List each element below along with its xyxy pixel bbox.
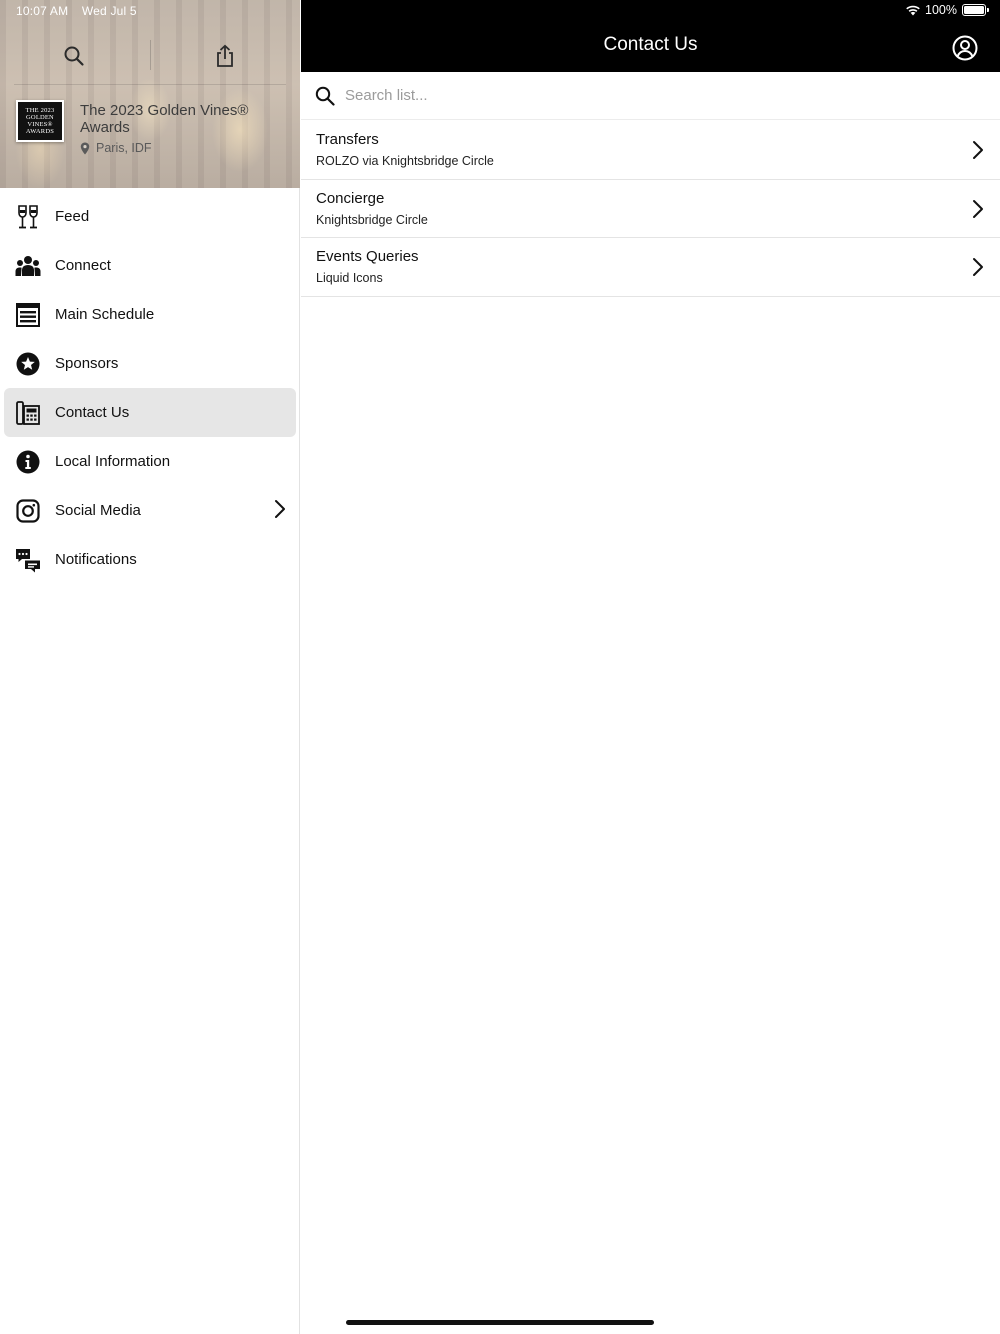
search-bar (301, 72, 1000, 120)
share-icon (217, 44, 233, 67)
list-item-subtitle: ROLZO via Knightsbridge Circle (316, 154, 494, 168)
profile-button[interactable] (952, 35, 978, 61)
list-item-title: Concierge (316, 189, 385, 207)
list-item-subtitle: Knightsbridge Circle (316, 212, 428, 227)
status-time: 10:07 AM (16, 4, 69, 18)
people-group-icon (14, 252, 41, 279)
page-title: Contact Us (603, 34, 698, 55)
search-button[interactable] (56, 38, 92, 74)
event-location-text: Paris, IDF (96, 141, 152, 155)
wine-glasses-icon (14, 203, 41, 230)
instagram-icon (14, 497, 41, 524)
sidebar-nav: Feed Connect Main Schedule Sponsors Cont… (0, 192, 300, 584)
sidebar-item-social-media[interactable]: Social Media (0, 486, 300, 535)
status-bar-right: 100% (905, 3, 989, 17)
chevron-right-icon (973, 258, 983, 276)
office-phone-icon (14, 399, 41, 426)
home-indicator[interactable] (346, 1320, 654, 1325)
sidebar-item-label: Main Schedule (55, 306, 155, 323)
sidebar-item-label: Social Media (55, 502, 141, 519)
sidebar-item-feed[interactable]: Feed (0, 192, 300, 241)
info-circle-icon (14, 448, 41, 475)
sidebar-item-label: Contact Us (55, 404, 130, 421)
event-header: 10:07 AM Wed Jul 5 THE 2023 GOLDEN VINES… (0, 0, 300, 188)
sidebar-item-connect[interactable]: Connect (0, 241, 300, 290)
share-button[interactable] (207, 38, 243, 74)
header-toolbar (0, 28, 300, 84)
status-bar-left: 10:07 AM Wed Jul 5 (16, 4, 147, 18)
list-item-title: Events Queries (316, 248, 419, 265)
navigation-bar: 100% Contact Us (301, 0, 1000, 72)
chat-bubbles-icon (14, 546, 41, 573)
event-logo: THE 2023 GOLDEN VINES® AWARDS (16, 100, 64, 142)
list-item-subtitle: Liquid Icons (316, 271, 383, 285)
main-panel: 100% Contact Us Transfers ROLZO via Knig… (301, 0, 1000, 1334)
sidebar-item-label: Connect (55, 257, 111, 274)
sidebar-item-main-schedule[interactable]: Main Schedule (0, 290, 300, 339)
header-divider (14, 84, 286, 85)
chevron-right-icon (973, 141, 983, 159)
status-date: Wed Jul 5 (81, 4, 137, 18)
list-item-title: Transfers (316, 131, 379, 148)
schedule-list-icon (14, 301, 41, 328)
contact-list: Transfers ROLZO via Knightsbridge Circle… (301, 121, 1000, 297)
user-circle-icon (952, 35, 978, 61)
star-badge-icon (14, 350, 41, 377)
list-item[interactable]: Concierge Knightsbridge Circle (301, 180, 1000, 238)
sidebar-item-label: Feed (55, 208, 90, 225)
sidebar-item-label: Sponsors (55, 355, 119, 372)
battery-percentage: 100% (925, 3, 957, 17)
search-icon (315, 86, 335, 106)
toolbar-divider (150, 40, 151, 70)
event-location: Paris, IDF (80, 141, 152, 155)
sidebar-item-sponsors[interactable]: Sponsors (0, 339, 300, 388)
sidebar-item-notifications[interactable]: Notifications (0, 535, 300, 584)
sidebar-item-local-information[interactable]: Local Information (0, 437, 300, 486)
sidebar: 10:07 AM Wed Jul 5 THE 2023 GOLDEN VINES… (0, 0, 300, 1334)
list-item[interactable]: Events Queries Liquid Icons (301, 238, 1000, 297)
battery-icon (962, 4, 989, 16)
list-item[interactable]: Transfers ROLZO via Knightsbridge Circle (301, 121, 1000, 180)
sidebar-item-label: Local Information (55, 453, 171, 470)
wifi-icon (906, 5, 920, 16)
sidebar-item-label: Notifications (55, 551, 137, 568)
sidebar-item-contact-us[interactable]: Contact Us (0, 388, 300, 437)
chevron-right-icon (973, 199, 983, 218)
chevron-right-icon (275, 500, 285, 518)
search-input[interactable] (345, 87, 945, 104)
search-icon (64, 46, 84, 66)
location-pin-icon (80, 142, 90, 154)
event-title[interactable]: The 2023 Golden Vines® Awards (80, 102, 290, 136)
